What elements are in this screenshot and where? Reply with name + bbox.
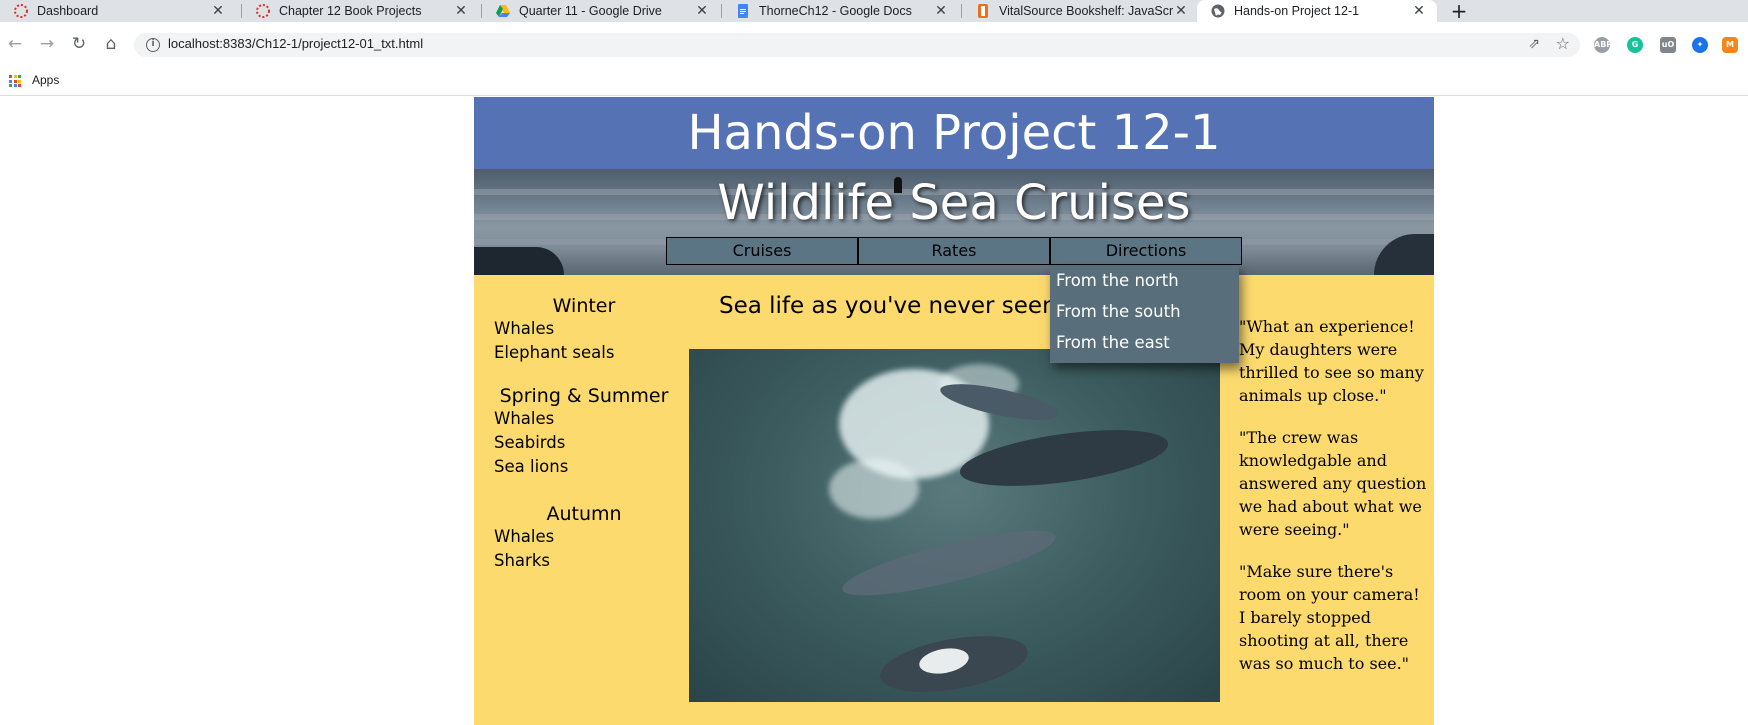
loading-ring-icon	[255, 3, 271, 19]
globe-icon	[1210, 3, 1226, 19]
page-banner: Hands-on Project 12-1	[474, 97, 1434, 169]
google-drive-icon	[495, 3, 511, 19]
testimonial: "What an experience! My daughters were t…	[1239, 317, 1424, 405]
tab-title: Hands-on Project 12-1	[1234, 4, 1360, 18]
home-icon[interactable]: ⌂	[101, 34, 121, 54]
testimonial: "The crew was knowledgable and answered …	[1239, 428, 1427, 539]
animal-item: Sharks	[494, 551, 550, 570]
tab-title: ThorneCh12 - Google Docs	[759, 4, 912, 18]
season-heading: Spring & Summer	[499, 385, 669, 407]
animal-item: Whales	[494, 409, 555, 428]
dolphins-photo	[689, 349, 1220, 702]
tab-strip: Dashboard ✕ Chapter 12 Book Projects ✕ Q…	[0, 0, 1748, 22]
tab-title: Quarter 11 - Google Drive	[519, 4, 662, 18]
reload-icon[interactable]: ↻	[69, 34, 89, 54]
nav-cruises[interactable]: Cruises	[666, 237, 858, 265]
nav-rates[interactable]: Rates	[858, 237, 1050, 265]
menu-item-south[interactable]: From the south	[1050, 296, 1239, 327]
animal-item: Elephant seals	[494, 343, 615, 362]
ublock-icon[interactable]: uO	[1660, 37, 1676, 53]
adblock-plus-icon[interactable]: ABP	[1594, 37, 1612, 53]
season-heading: Winter	[552, 295, 616, 317]
testimonials: "What an experience! My daughters were t…	[1239, 315, 1429, 694]
loading-ring-icon	[13, 3, 29, 19]
animal-item: Sea lions	[494, 457, 569, 476]
tab-title: Chapter 12 Book Projects	[279, 4, 422, 18]
browser-toolbar: ← → ↻ ⌂ i localhost:8383/Ch12-1/project1…	[0, 22, 1748, 70]
close-icon[interactable]: ✕	[694, 3, 710, 19]
close-icon[interactable]: ✕	[1173, 3, 1189, 19]
tab-title: Dashboard	[37, 4, 99, 18]
grammarly-icon[interactable]: G	[1627, 37, 1643, 53]
testimonial: "Make sure there's room on your camera! …	[1239, 562, 1420, 673]
close-icon[interactable]: ✕	[933, 3, 949, 19]
main-nav: Cruises Rates Directions	[666, 237, 1242, 265]
animal-item: Whales	[494, 319, 555, 338]
tab-hands-on-project[interactable]: Hands-on Project 12-1 ✕	[1197, 0, 1437, 22]
directions-dropdown: From the north From the south From the e…	[1050, 265, 1239, 363]
nav-directions[interactable]: Directions	[1050, 237, 1242, 265]
google-docs-icon	[735, 3, 751, 19]
tab-chapter12[interactable]: Chapter 12 Book Projects ✕	[242, 0, 479, 22]
tab-title: VitalSource Bookshelf: JavaScript	[999, 4, 1174, 18]
apps-link[interactable]: Apps	[32, 73, 59, 87]
site-title: Wildlife Sea Cruises	[717, 175, 1191, 231]
tab-dashboard[interactable]: Dashboard ✕	[0, 0, 236, 22]
close-icon[interactable]: ✕	[453, 3, 469, 19]
address-bar[interactable]: i localhost:8383/Ch12-1/project12-01_txt…	[134, 33, 1580, 57]
close-icon[interactable]: ✕	[1411, 3, 1427, 19]
seasons-list: Winter Whales Elephant seals Spring & Su…	[494, 295, 674, 573]
animal-item: Whales	[494, 527, 555, 546]
page-container: Hands-on Project 12-1 Wildlife Sea Cruis…	[474, 97, 1434, 725]
new-tab-icon[interactable]: +	[1448, 0, 1470, 22]
share-icon[interactable]: ⇗	[1528, 36, 1540, 52]
apps-grid-icon[interactable]	[9, 75, 21, 87]
star-icon[interactable]: ☆	[1556, 34, 1570, 53]
bookmarks-bar: Apps	[0, 70, 1748, 96]
tagline: Sea life as you've never seen it	[719, 293, 1080, 319]
tab-vitalsource[interactable]: VitalSource Bookshelf: JavaScript ✕	[962, 0, 1199, 22]
animal-item: Seabirds	[494, 433, 566, 452]
close-icon[interactable]: ✕	[210, 3, 226, 19]
dolphin-back-image	[474, 247, 564, 275]
url-text: localhost:8383/Ch12-1/project12-01_txt.h…	[168, 36, 424, 51]
tab-google-drive[interactable]: Quarter 11 - Google Drive ✕	[482, 0, 720, 22]
metamask-icon[interactable]: M	[1722, 37, 1738, 53]
menu-item-north[interactable]: From the north	[1050, 265, 1239, 296]
season-heading: Autumn	[546, 503, 622, 525]
extension-icon[interactable]: ✦	[1692, 37, 1708, 53]
menu-item-east[interactable]: From the east	[1050, 327, 1239, 358]
back-arrow-icon[interactable]: ←	[5, 34, 25, 54]
forward-arrow-icon[interactable]: →	[37, 34, 57, 54]
tab-google-docs[interactable]: ThorneCh12 - Google Docs ✕	[722, 0, 959, 22]
vitalsource-icon	[975, 3, 991, 19]
info-icon[interactable]: i	[146, 38, 160, 52]
